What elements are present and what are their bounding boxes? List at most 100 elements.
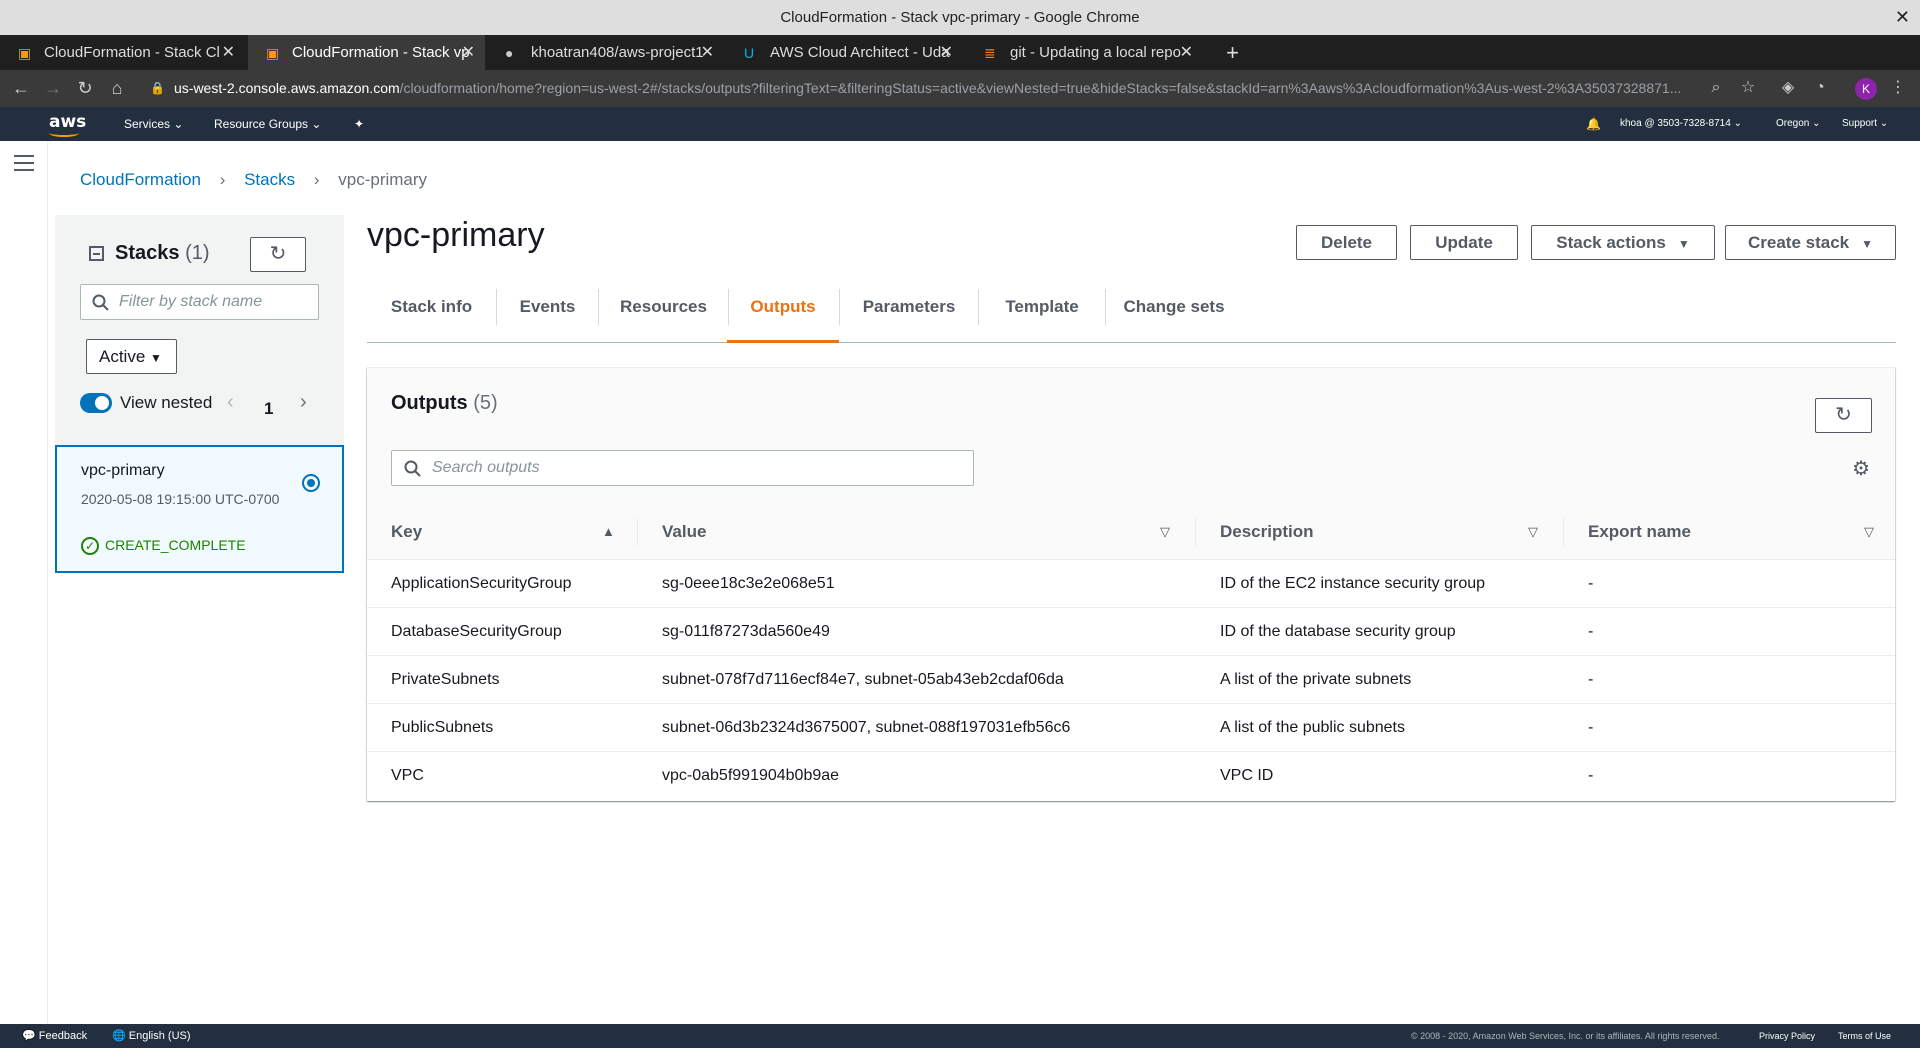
status-filter-select[interactable]: Active ▼: [86, 339, 177, 374]
terms-of-use-link[interactable]: Terms of Use: [1838, 1024, 1891, 1048]
caret-down-icon: ▼: [150, 351, 162, 365]
cell-description: A list of the private subnets: [1220, 671, 1412, 688]
browser-tab-4[interactable]: U AWS Cloud Architect - Uda ✕: [726, 35, 963, 70]
create-stack-button[interactable]: Create stack ▼: [1725, 225, 1896, 260]
udacity-icon: U: [744, 45, 755, 61]
tab-template[interactable]: Template: [979, 287, 1105, 343]
forward-icon[interactable]: →: [38, 70, 68, 107]
globe-icon: 🌐: [112, 1030, 126, 1042]
cell-value: subnet-078f7d7116ecf84e7, subnet-05ab43e…: [662, 671, 1064, 688]
sort-icon[interactable]: ▽: [1864, 504, 1874, 560]
notifications-bell-icon[interactable]: 🔔: [1586, 107, 1601, 141]
browser-tab-3[interactable]: ● khoatran408/aws-project1 ✕: [487, 35, 724, 70]
home-icon[interactable]: ⌂: [102, 70, 132, 107]
region-menu[interactable]: Oregon ⌄: [1776, 107, 1821, 141]
view-nested-toggle[interactable]: [80, 393, 112, 413]
privacy-policy-link[interactable]: Privacy Policy: [1759, 1024, 1815, 1048]
outputs-refresh-button[interactable]: ↻: [1815, 398, 1872, 433]
tab-close-icon[interactable]: ✕: [1180, 35, 1193, 70]
caret-down-icon: ▼: [1861, 237, 1873, 251]
stack-card-name: vpc-primary: [81, 462, 165, 479]
stacks-refresh-button[interactable]: ↻: [250, 237, 306, 272]
browser-tab-1[interactable]: ▣ CloudFormation - Stack Cl ✕: [0, 35, 245, 70]
stack-card[interactable]: vpc-primary 2020-05-08 19:15:00 UTC-0700…: [55, 445, 344, 573]
cell-value: sg-0eee18c3e2e068e51: [662, 575, 835, 592]
cell-export-name: -: [1588, 575, 1594, 592]
page-title: vpc-primary: [367, 216, 545, 254]
reload-icon[interactable]: ↻: [70, 70, 100, 107]
column-header-key[interactable]: Key: [391, 504, 422, 560]
cell-description: VPC ID: [1220, 767, 1274, 784]
chevron-down-icon: ⌄: [311, 117, 322, 131]
cell-key: PrivateSubnets: [391, 671, 500, 688]
tab-outputs[interactable]: Outputs: [727, 287, 839, 343]
tab-close-icon[interactable]: ✕: [222, 35, 235, 70]
next-page-icon[interactable]: ›: [300, 391, 307, 414]
services-menu[interactable]: Services ⌄: [124, 107, 183, 141]
tab-parameters[interactable]: Parameters: [840, 287, 978, 343]
tab-change-sets[interactable]: Change sets: [1106, 287, 1242, 343]
tab-close-icon[interactable]: ✕: [940, 35, 953, 70]
page-number[interactable]: 1: [264, 399, 273, 419]
stacks-panel: Stacks (1) ↻ Filter by stack name Active…: [55, 215, 344, 573]
tab-events[interactable]: Events: [497, 287, 598, 343]
github-icon: ●: [505, 45, 514, 61]
collapse-panel-icon[interactable]: [89, 246, 104, 261]
feedback-link[interactable]: 💬 Feedback: [22, 1024, 87, 1048]
window-title: CloudFormation - Stack vpc-primary - Goo…: [780, 9, 1140, 26]
previous-page-icon[interactable]: ‹: [227, 391, 234, 414]
sort-icon[interactable]: ▽: [1160, 504, 1170, 560]
stacks-panel-title: Stacks (1): [115, 242, 210, 264]
profile-avatar[interactable]: K: [1855, 78, 1877, 100]
window-close-icon[interactable]: ✕: [1895, 0, 1910, 35]
chevron-down-icon: ⌄: [173, 117, 184, 131]
hamburger-menu-icon[interactable]: [14, 155, 34, 171]
window-titlebar: CloudFormation - Stack vpc-primary - Goo…: [0, 0, 1920, 35]
tab-stack-info[interactable]: Stack info: [367, 287, 496, 343]
table-row: VPC vpc-0ab5f991904b0b9ae VPC ID -: [367, 752, 1895, 800]
refresh-icon: ↻: [1835, 404, 1852, 426]
outputs-header: Outputs (5) ↻ Search outputs ⚙: [367, 368, 1895, 504]
outputs-panel: Outputs (5) ↻ Search outputs ⚙ Key ▲ Val…: [367, 367, 1895, 801]
sort-ascending-icon[interactable]: ▲: [602, 504, 615, 560]
tab-close-icon[interactable]: ✕: [701, 35, 714, 70]
stack-card-status: ✓ CREATE_COMPLETE: [81, 537, 246, 556]
search-icon: [92, 294, 109, 311]
back-icon[interactable]: ←: [6, 70, 36, 107]
address-bar[interactable]: 🔒 us-west-2.console.aws.amazon.com/cloud…: [142, 75, 1742, 102]
column-header-value[interactable]: Value: [662, 504, 706, 560]
browser-tab-5[interactable]: ≣ git - Updating a local repo ✕: [966, 35, 1203, 70]
chrome-menu-icon[interactable]: ⋮: [1886, 76, 1910, 100]
column-header-export-name[interactable]: Export name: [1588, 504, 1691, 560]
language-selector[interactable]: 🌐 English (US): [112, 1024, 191, 1048]
pin-icon[interactable]: ✦: [354, 107, 364, 141]
search-outputs-input[interactable]: Search outputs: [391, 450, 974, 486]
sort-icon[interactable]: ▽: [1528, 504, 1538, 560]
support-menu[interactable]: Support ⌄: [1842, 107, 1888, 141]
resource-groups-menu[interactable]: Resource Groups ⌄: [214, 107, 321, 141]
lock-icon: 🔒: [150, 81, 165, 95]
tab-resources[interactable]: Resources: [599, 287, 728, 343]
stack-select-radio[interactable]: [302, 474, 320, 492]
tab-close-icon[interactable]: ✕: [462, 35, 475, 70]
aws-logo[interactable]: aws: [49, 112, 86, 137]
new-tab-button[interactable]: +: [1215, 35, 1250, 70]
column-header-description[interactable]: Description: [1220, 504, 1314, 560]
bookmark-star-icon[interactable]: ☆: [1736, 76, 1760, 100]
gear-icon[interactable]: ⚙: [1852, 456, 1870, 481]
stack-filter-input[interactable]: Filter by stack name: [80, 284, 319, 320]
stack-actions-button[interactable]: Stack actions ▼: [1531, 225, 1715, 260]
chevron-right-icon: ›: [313, 170, 320, 189]
delete-button[interactable]: Delete: [1296, 225, 1397, 260]
zoom-icon[interactable]: ⌕: [1704, 76, 1728, 100]
column-divider: [1563, 518, 1564, 546]
account-menu[interactable]: khoa @ 3503-7328-8714 ⌄: [1620, 107, 1742, 141]
extension-icon[interactable]: ◈: [1776, 76, 1800, 100]
caret-down-icon: ▼: [1677, 237, 1690, 251]
update-button[interactable]: Update: [1410, 225, 1518, 260]
extension-icon-2[interactable]: ◔: [1808, 76, 1832, 100]
breadcrumb-cloudformation[interactable]: CloudFormation: [80, 170, 201, 189]
column-divider: [637, 518, 638, 546]
breadcrumb-stacks[interactable]: Stacks: [244, 170, 295, 189]
browser-tab-2[interactable]: ▣ CloudFormation - Stack vp ✕: [248, 35, 485, 70]
